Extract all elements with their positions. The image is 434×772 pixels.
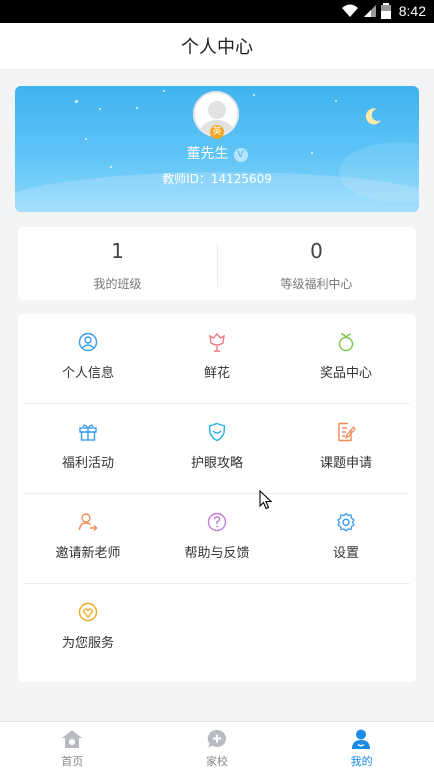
edit-document-icon [338,422,356,442]
tab-label: 我的 [350,755,373,768]
menu-item-label: 鲜花 [203,366,230,381]
gear-icon [337,512,355,532]
teacher-id: 教师ID：14125609 [162,172,272,186]
menu-item-settings[interactable]: 设置 [282,494,410,584]
tab-mine[interactable]: 我的 [289,722,434,772]
user-icon [352,729,371,749]
chat-add-icon [207,729,226,748]
menu-item-label: 个人信息 [61,366,114,381]
user-name-text: 董先生 [186,146,229,162]
menu-item-label: 设置 [332,546,359,561]
tab-label: 家校 [206,755,228,768]
tab-home[interactable]: 首页 [0,722,145,772]
wifi-icon [341,4,358,17]
stat-value: 1 [111,239,124,263]
clock: 8:42 [398,3,426,19]
title-bar: 个人中心 [0,23,434,70]
menu-item-label: 奖品中心 [319,366,372,381]
bottom-tab-bar: 首页 家校 我的 [0,721,434,772]
menu-item-flowers[interactable]: 鲜花 [153,314,281,404]
menu-item-service[interactable]: 为您服务 [24,584,152,674]
moon-icon [365,108,381,125]
menu-item-welfare-activity[interactable]: 福利活动 [24,404,152,494]
menu-item-label: 课题申请 [319,456,372,471]
stats-panel: 1 我的班级 0 等级福利中心 [18,227,416,300]
menu-item-eye-care[interactable]: 护眼攻略 [153,404,281,494]
gift-icon [79,424,97,441]
menu-grid: 个人信息 鲜花 奖品中心 福利活动 护眼攻略 课题申请 邀请新老师 帮助与反馈 … [18,314,416,682]
menu-item-topic-application[interactable]: 课题申请 [282,404,410,494]
status-bar: 8:42 [0,0,434,23]
menu-item-label: 帮助与反馈 [184,546,250,561]
menu-item-personal-info[interactable]: 个人信息 [24,314,152,404]
mouse-cursor-icon [259,490,273,510]
stat-my-class[interactable]: 1 我的班级 [18,227,217,300]
tab-label: 首页 [61,755,84,768]
stat-welfare-center[interactable]: 0 等级福利中心 [217,227,416,300]
profile-card[interactable]: 英 董先生 V 教师ID：14125609 [15,86,419,212]
fruit-icon [338,333,354,352]
menu-item-label: 邀请新老师 [55,546,121,561]
page-title: 个人中心 [181,37,253,58]
flower-icon [209,332,225,352]
signal-icon [363,5,376,17]
stat-label: 我的班级 [93,277,142,291]
menu-item-label: 福利活动 [61,456,114,471]
stat-label: 等级福利中心 [280,277,353,291]
menu-item-label: 护眼攻略 [190,456,243,471]
stat-value: 0 [310,239,323,263]
menu-item-invite-teacher[interactable]: 邀请新老师 [24,494,152,584]
subject-badge: 英 [210,125,224,139]
verified-icon: V [233,148,248,162]
tab-home-school[interactable]: 家校 [145,722,290,772]
user-name: 董先生 V [15,143,419,163]
battery-icon [380,3,391,19]
eye-shield-icon [208,422,226,442]
help-icon [207,512,227,532]
menu-item-label: 为您服务 [61,636,114,651]
home-icon [62,730,82,748]
menu-item-prize-center[interactable]: 奖品中心 [282,314,410,404]
heart-service-icon [78,602,98,622]
invite-user-icon [78,513,98,531]
user-circle-icon [78,332,98,352]
